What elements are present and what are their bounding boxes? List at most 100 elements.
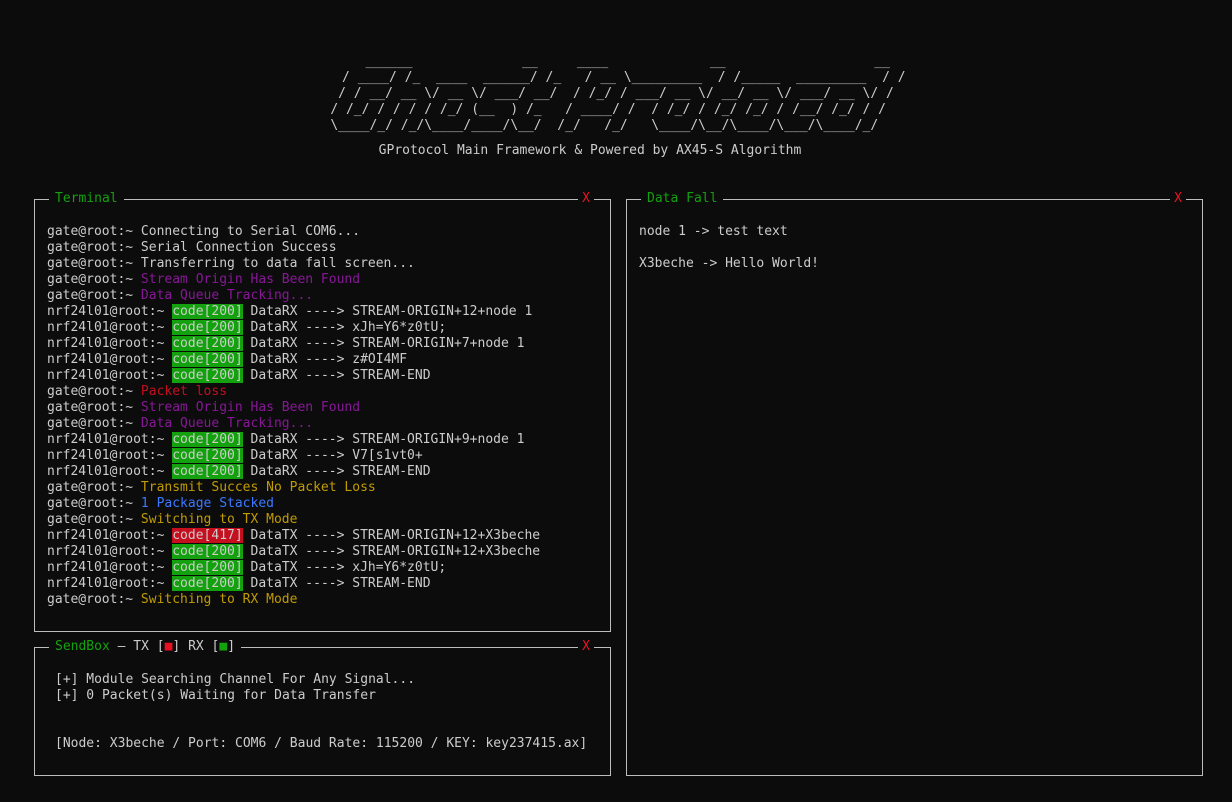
gprotocol-ascii-logo: ______ __ ____ __ __ / ____/ /_ ____ ___… xyxy=(330,54,906,133)
sendbox-title-bar: SendBox — TX [■] RX [■] xyxy=(49,639,242,655)
terminal-line: gate@root:~ Stream Origin Has Been Found xyxy=(47,400,540,416)
terminal-line: gate@root:~ Data Queue Tracking... xyxy=(47,288,540,304)
terminal-prompt: gate@root:~ xyxy=(47,224,141,239)
datafall-close-button[interactable]: X xyxy=(1170,191,1186,207)
terminal-line: gate@root:~ Transferring to data fall sc… xyxy=(47,256,540,272)
terminal-prompt: gate@root:~ xyxy=(47,416,141,431)
terminal-message: Packet loss xyxy=(140,384,228,399)
terminal-prompt: gate@root:~ xyxy=(47,240,141,255)
terminal-message: Stream Origin Has Been Found xyxy=(140,272,361,287)
terminal-prompt: nrf24l01@root:~ xyxy=(47,432,173,447)
connection-info: [Node: X3beche / Port: COM6 / Baud Rate:… xyxy=(55,736,588,751)
terminal-line: nrf24l01@root:~ code[417] DataTX ----> S… xyxy=(47,528,540,544)
terminal-message: DataRX ----> STREAM-ORIGIN+12+node 1 xyxy=(242,304,533,319)
datafall-title: Data Fall xyxy=(641,191,724,207)
terminal-message: Transmit Succes No Packet Loss xyxy=(140,480,376,495)
terminal-line: nrf24l01@root:~ code[200] DataRX ----> S… xyxy=(47,304,540,320)
terminal-line: gate@root:~ Transmit Succes No Packet Lo… xyxy=(47,480,540,496)
sendbox-status: [+] Module Searching Channel For Any Sig… xyxy=(55,672,415,704)
terminal-line: nrf24l01@root:~ code[200] DataRX ----> S… xyxy=(47,464,540,480)
terminal-line: nrf24l01@root:~ code[200] DataRX ----> x… xyxy=(47,320,540,336)
status-code-badge: code[200] xyxy=(172,560,243,575)
status-code-badge: code[200] xyxy=(172,544,243,559)
terminal-message: Data Queue Tracking... xyxy=(140,288,314,303)
terminal-prompt: nrf24l01@root:~ xyxy=(47,368,173,383)
terminal-message: DataRX ----> z#OI4MF xyxy=(242,352,408,367)
terminal-message: DataRX ----> V7[s1vt0+ xyxy=(242,448,423,463)
terminal-message: DataTX ----> STREAM-ORIGIN+12+X3beche xyxy=(242,544,541,559)
terminal-prompt: nrf24l01@root:~ xyxy=(47,464,173,479)
terminal-prompt: gate@root:~ xyxy=(47,480,141,495)
status-code-badge: code[200] xyxy=(172,448,243,463)
terminal-line: nrf24l01@root:~ code[200] DataRX ----> S… xyxy=(47,368,540,384)
terminal-prompt: nrf24l01@root:~ xyxy=(47,320,173,335)
status-code-badge: code[200] xyxy=(172,368,243,383)
terminal-panel: Terminal X gate@root:~ Connecting to Ser… xyxy=(34,191,611,632)
rx-label: ] RX [ xyxy=(172,639,220,654)
terminal-message: Serial Connection Success xyxy=(140,240,337,255)
terminal-prompt: nrf24l01@root:~ xyxy=(47,528,173,543)
terminal-line: gate@root:~ Connecting to Serial COM6... xyxy=(47,224,540,240)
sendbox-status-line: [+] 0 Packet(s) Waiting for Data Transfe… xyxy=(55,688,376,703)
terminal-prompt: nrf24l01@root:~ xyxy=(47,352,173,367)
terminal-message: DataRX ----> STREAM-ORIGIN+7+node 1 xyxy=(242,336,525,351)
status-code-badge: code[200] xyxy=(172,336,243,351)
sendbox-close-button[interactable]: X xyxy=(578,639,594,655)
terminal-prompt: nrf24l01@root:~ xyxy=(47,576,173,591)
terminal-prompt: nrf24l01@root:~ xyxy=(47,336,173,351)
status-code-badge: code[417] xyxy=(172,528,243,543)
terminal-line: gate@root:~ Data Queue Tracking... xyxy=(47,416,540,432)
terminal-line: gate@root:~ Switching to RX Mode xyxy=(47,592,540,608)
terminal-line: gate@root:~ 1 Package Stacked xyxy=(47,496,540,512)
terminal-message: DataRX ----> xJh=Y6*z0tU; xyxy=(242,320,447,335)
terminal-message: DataRX ----> STREAM-END xyxy=(242,464,431,479)
terminal-prompt: nrf24l01@root:~ xyxy=(47,560,173,575)
framework-subtitle: GProtocol Main Framework & Powered by AX… xyxy=(378,143,802,158)
datafall-message: X3beche -> Hello World! xyxy=(639,256,820,271)
terminal-prompt: gate@root:~ xyxy=(47,496,141,511)
status-code-badge: code[200] xyxy=(172,464,243,479)
terminal-message: DataRX ----> STREAM-ORIGIN+9+node 1 xyxy=(242,432,525,447)
terminal-message: Stream Origin Has Been Found xyxy=(140,400,361,415)
terminal-line: gate@root:~ Stream Origin Has Been Found xyxy=(47,272,540,288)
terminal-line: gate@root:~ Serial Connection Success xyxy=(47,240,540,256)
datafall-messages: node 1 -> test text X3beche -> Hello Wor… xyxy=(639,224,819,288)
sendbox-title: SendBox xyxy=(55,639,110,654)
sendbox-status-line: [+] Module Searching Channel For Any Sig… xyxy=(55,672,416,687)
status-code-badge: code[200] xyxy=(172,304,243,319)
terminal-line: nrf24l01@root:~ code[200] DataTX ----> S… xyxy=(47,544,540,560)
terminal-message: Switching to RX Mode xyxy=(140,592,298,607)
status-code-badge: code[200] xyxy=(172,320,243,335)
terminal-prompt: nrf24l01@root:~ xyxy=(47,544,173,559)
terminal-prompt: gate@root:~ xyxy=(47,512,141,527)
datafall-panel: Data Fall X node 1 -> test text X3beche … xyxy=(626,191,1203,776)
terminal-line: nrf24l01@root:~ code[200] DataTX ----> x… xyxy=(47,560,540,576)
terminal-line: gate@root:~ Packet loss xyxy=(47,384,540,400)
sendbox-separator: — xyxy=(109,639,134,654)
terminal-prompt: gate@root:~ xyxy=(47,400,141,415)
terminal-title: Terminal xyxy=(49,191,124,207)
status-code-badge: code[200] xyxy=(172,576,243,591)
terminal-close-button[interactable]: X xyxy=(578,191,594,207)
terminal-message: Transferring to data fall screen... xyxy=(140,256,415,271)
terminal-message: 1 Package Stacked xyxy=(140,496,274,511)
terminal-message: DataTX ----> STREAM-END xyxy=(242,576,431,591)
terminal-message: DataTX ----> STREAM-ORIGIN+12+X3beche xyxy=(242,528,541,543)
sendbox-panel: SendBox — TX [■] RX [■] X [+] Module Sea… xyxy=(34,639,611,776)
terminal-message: DataTX ----> xJh=Y6*z0tU; xyxy=(242,560,447,575)
status-code-badge: code[200] xyxy=(172,352,243,367)
terminal-prompt: nrf24l01@root:~ xyxy=(47,304,173,319)
datafall-message: node 1 -> test text xyxy=(639,224,788,239)
terminal-prompt: gate@root:~ xyxy=(47,288,141,303)
terminal-message: Data Queue Tracking... xyxy=(140,416,314,431)
terminal-message: DataRX ----> STREAM-END xyxy=(242,368,431,383)
terminal-log: gate@root:~ Connecting to Serial COM6...… xyxy=(47,224,540,608)
terminal-prompt: nrf24l01@root:~ xyxy=(47,448,173,463)
rx-label-end: ] xyxy=(227,639,236,654)
terminal-line: gate@root:~ Switching to TX Mode xyxy=(47,512,540,528)
terminal-prompt: gate@root:~ xyxy=(47,256,141,271)
terminal-line: nrf24l01@root:~ code[200] DataRX ----> S… xyxy=(47,432,540,448)
terminal-message: Connecting to Serial COM6... xyxy=(140,224,361,239)
terminal-prompt: gate@root:~ xyxy=(47,272,141,287)
terminal-message: Switching to TX Mode xyxy=(140,512,298,527)
